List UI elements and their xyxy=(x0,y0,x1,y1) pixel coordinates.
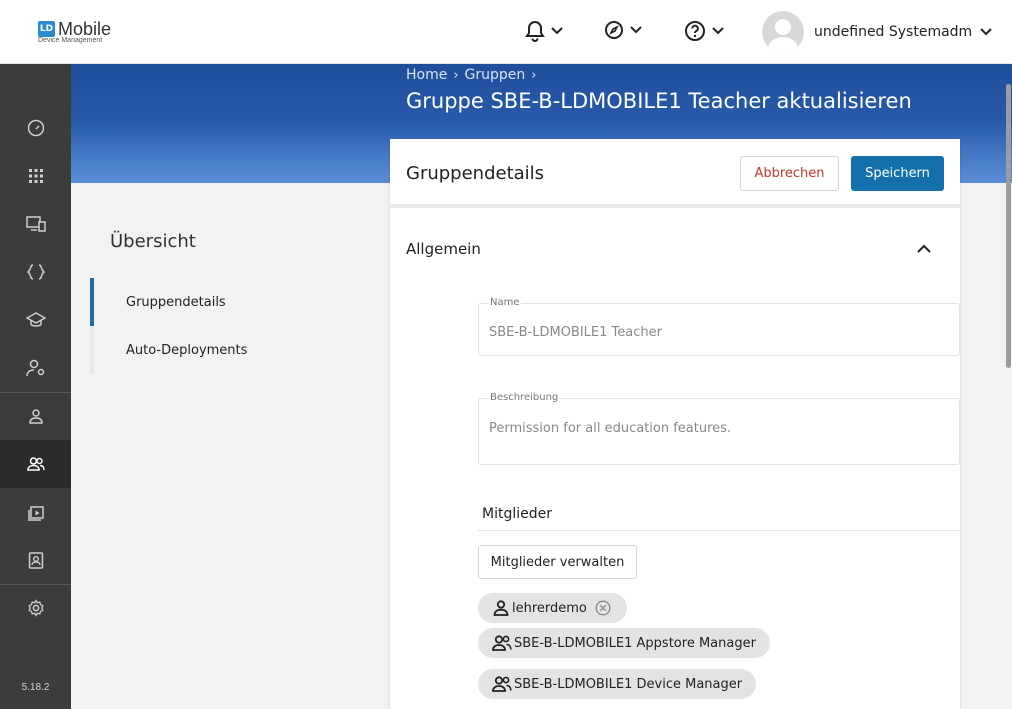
cancel-button[interactable]: Abbrechen xyxy=(740,156,839,191)
user-menu[interactable]: undefined Systemadmi... xyxy=(762,11,992,53)
breadcrumb-groups[interactable]: Gruppen xyxy=(465,67,526,83)
page-title: Gruppe SBE-B-LDMOBILE1 Teacher aktualisi… xyxy=(406,89,912,113)
name-field-label: Name xyxy=(489,297,521,308)
overview-item-auto-deployments[interactable]: Auto-Deployments xyxy=(90,326,300,374)
manage-members-button[interactable]: Mitglieder verwalten xyxy=(478,545,637,579)
chevron-right-icon: › xyxy=(453,67,459,83)
member-chip-label: SBE-B-LDMOBILE1 Appstore Manager xyxy=(514,635,756,651)
help-icon xyxy=(685,21,705,41)
member-chip-label: SBE-B-LDMOBILE1 Device Manager xyxy=(514,676,743,692)
nav-education[interactable] xyxy=(0,296,71,344)
name-field-value: SBE-B-LDMOBILE1 Teacher xyxy=(489,325,662,340)
nav-devices[interactable] xyxy=(0,200,71,248)
help-menu[interactable] xyxy=(684,20,724,42)
bell-icon xyxy=(525,20,545,42)
chevron-up-icon[interactable] xyxy=(916,240,932,258)
remove-member-button[interactable] xyxy=(595,600,613,616)
card-title: Gruppendetails xyxy=(406,163,545,184)
section-title-general: Allgemein xyxy=(406,240,481,258)
users-icon xyxy=(492,635,512,651)
chevron-down-icon xyxy=(630,26,642,34)
app-logo[interactable]: LD Mobile Device Management xyxy=(38,19,112,44)
compass-icon xyxy=(605,21,623,39)
graduation-cap-icon xyxy=(25,312,46,327)
nav-scripts[interactable] xyxy=(0,248,71,296)
member-chip: SBE-B-LDMOBILE1 Appstore Manager xyxy=(478,628,770,658)
description-field-value: Permission for all education features. xyxy=(489,421,732,436)
grid-icon xyxy=(28,169,43,183)
chevron-down-icon xyxy=(980,28,992,36)
group-details-card: Gruppendetails Abbrechen Speichern Allge… xyxy=(390,139,960,709)
card-header: Gruppendetails Abbrechen Speichern xyxy=(390,139,960,208)
id-badge-icon xyxy=(28,552,43,569)
users-icon xyxy=(26,457,45,471)
nav-deployments[interactable] xyxy=(0,488,71,536)
side-navigation: 5.18.2 xyxy=(0,64,71,709)
nav-groups[interactable] xyxy=(0,440,71,488)
description-field[interactable]: Beschreibung Permission for all educatio… xyxy=(478,392,960,465)
avatar xyxy=(762,11,804,53)
nav-apps[interactable] xyxy=(0,152,71,200)
user-icon xyxy=(28,409,43,424)
notifications-menu[interactable] xyxy=(525,20,563,42)
top-header: LD Mobile Device Management undefined Sy… xyxy=(0,0,1012,64)
braces-icon xyxy=(26,264,45,280)
member-chip: lehrerdemo xyxy=(478,593,627,623)
app-version: 5.18.2 xyxy=(21,682,50,693)
explore-menu[interactable] xyxy=(604,20,642,40)
breadcrumb-home[interactable]: Home xyxy=(406,67,447,83)
media-stack-icon xyxy=(27,506,44,521)
speedometer-icon xyxy=(27,119,44,137)
breadcrumb: Home › Gruppen › xyxy=(406,67,543,83)
nav-user-settings[interactable] xyxy=(0,344,71,392)
user-gear-icon xyxy=(25,359,44,377)
member-chip-label: lehrerdemo xyxy=(512,600,587,616)
description-field-label: Beschreibung xyxy=(489,392,560,403)
nav-profiles[interactable] xyxy=(0,536,71,584)
logo-mark: LD xyxy=(38,21,55,37)
close-circle-icon xyxy=(595,600,611,616)
save-button[interactable]: Speichern xyxy=(851,156,944,191)
gear-icon xyxy=(27,599,44,617)
overview-title: Übersicht xyxy=(110,231,196,252)
nav-dashboard[interactable] xyxy=(0,104,71,152)
chevron-right-icon: › xyxy=(531,67,537,83)
members-divider xyxy=(478,530,960,531)
chevron-down-icon xyxy=(551,27,563,35)
logo-subtitle: Device Management xyxy=(38,37,103,44)
devices-icon xyxy=(25,216,46,232)
member-chip: SBE-B-LDMOBILE1 Device Manager xyxy=(478,669,757,699)
user-name: undefined Systemadmi... xyxy=(814,24,972,40)
page-scrollbar[interactable] xyxy=(1006,84,1011,368)
nav-settings[interactable] xyxy=(0,584,71,632)
name-field[interactable]: Name SBE-B-LDMOBILE1 Teacher xyxy=(478,297,960,356)
logo-title: Mobile xyxy=(58,19,112,39)
chevron-down-icon xyxy=(712,27,724,35)
users-icon xyxy=(492,676,512,692)
members-title: Mitglieder xyxy=(482,506,552,522)
overview-item-group-details[interactable]: Gruppendetails xyxy=(90,278,300,326)
user-icon xyxy=(493,600,509,616)
nav-users[interactable] xyxy=(0,392,71,440)
